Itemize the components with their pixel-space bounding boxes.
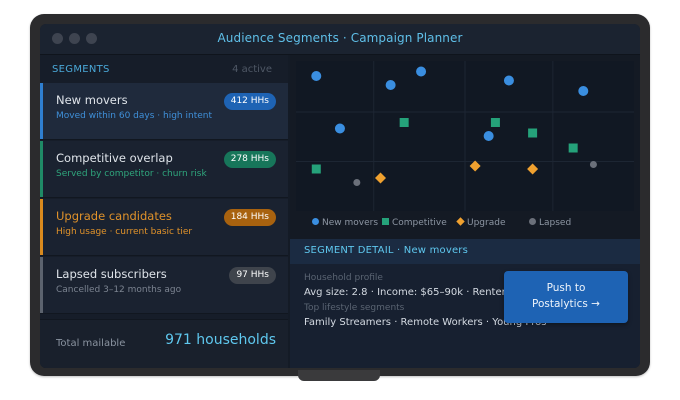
legend-marker — [456, 217, 465, 226]
segment-count-badge: 97 HHs — [229, 267, 276, 284]
segment-detail-panel: SEGMENT DETAIL · New movers Household pr… — [290, 239, 640, 368]
legend-marker — [312, 218, 319, 225]
total-label: Total mailable — [56, 338, 126, 349]
app-window: Audience Segments · Campaign Planner SEG… — [40, 24, 640, 368]
scatter-point-competitive[interactable] — [568, 143, 578, 153]
scatter-point-new-movers[interactable] — [385, 80, 396, 90]
legend-label: New movers — [322, 218, 379, 228]
household-profile-label: Household profile — [304, 273, 383, 283]
segment-description: Moved within 60 days · high intent — [56, 111, 212, 121]
segment-count-badge: 412 HHs — [223, 93, 276, 110]
legend-marker — [382, 218, 389, 225]
segment-item-upgrade-candidates[interactable]: Upgrade candidates High usage · current … — [40, 199, 288, 256]
scatter-point-new-movers[interactable] — [483, 131, 494, 141]
scatter-point-competitive[interactable] — [399, 118, 409, 127]
scatter-point-lapsed[interactable] — [589, 161, 597, 168]
segment-accent-bar — [40, 257, 43, 313]
title-bar: Audience Segments · Campaign Planner — [40, 24, 640, 55]
segment-accent-bar — [40, 141, 43, 197]
scatter-point-competitive[interactable] — [490, 118, 500, 127]
push-to-postalytics-button[interactable]: Push to Postalytics → — [504, 271, 628, 323]
detail-header: SEGMENT DETAIL · New movers — [290, 239, 640, 264]
segment-accent-bar — [40, 83, 43, 139]
detail-title: SEGMENT DETAIL · New movers — [304, 245, 469, 256]
segment-name: Lapsed subscribers — [56, 267, 167, 281]
segment-scatter-chart: New movers Competitive Upgrade Lapsed — [290, 55, 640, 239]
scatter-point-new-movers[interactable] — [578, 86, 589, 96]
monitor-stand — [298, 370, 380, 381]
segment-description: Cancelled 3–12 months ago — [56, 285, 182, 295]
legend-label: Upgrade — [467, 218, 506, 228]
segment-description: High usage · current basic tier — [56, 227, 193, 237]
segment-item-lapsed-subscribers[interactable]: Lapsed subscribers Cancelled 3–12 months… — [40, 257, 288, 314]
lifestyle-segments-label: Top lifestyle segments — [304, 303, 405, 313]
legend-item: New movers — [312, 218, 378, 228]
monitor-frame: Audience Segments · Campaign Planner SEG… — [30, 14, 650, 376]
segment-description: Served by competitor · churn risk — [56, 169, 207, 179]
scatter-point-competitive[interactable] — [311, 164, 321, 174]
legend-label: Competitive — [392, 218, 447, 228]
legend-marker — [529, 218, 536, 225]
household-profile-value: Avg size: 2.8 · Income: $65–90k · Renter… — [304, 287, 537, 298]
legend-item: Competitive — [382, 218, 447, 228]
legend-item: Lapsed — [529, 218, 571, 228]
scatter-point-new-movers[interactable] — [311, 71, 322, 81]
segment-name: Upgrade candidates — [56, 209, 172, 223]
active-count: 4 active — [232, 64, 272, 75]
window-title: Audience Segments · Campaign Planner — [217, 31, 463, 45]
segment-count-badge: 278 HHs — [223, 151, 276, 168]
scatter-plot — [296, 61, 634, 211]
total-mailable-row: Total mailable 971 households — [40, 319, 288, 368]
push-button-line2: Postalytics → — [532, 298, 600, 310]
total-value: 971 households — [165, 332, 276, 348]
scatter-point-lapsed[interactable] — [353, 179, 361, 186]
scatter-point-new-movers[interactable] — [503, 75, 514, 86]
segment-accent-bar — [40, 199, 43, 255]
segment-name: Competitive overlap — [56, 151, 173, 165]
push-button-line1: Push to — [546, 282, 586, 294]
segment-count-badge: 184 HHs — [223, 209, 276, 226]
sidebar-header: SEGMENTS 4 active — [40, 55, 288, 83]
legend-label: Lapsed — [539, 218, 572, 228]
segments-sidebar: SEGMENTS 4 active New movers Moved withi… — [40, 55, 288, 368]
segment-name: New movers — [56, 93, 128, 107]
scatter-point-competitive[interactable] — [528, 128, 538, 138]
scatter-point-new-movers[interactable] — [416, 66, 427, 77]
legend-item: Upgrade — [456, 217, 506, 228]
scatter-point-new-movers[interactable] — [334, 123, 345, 134]
segment-item-competitive-overlap[interactable]: Competitive overlap Served by competitor… — [40, 141, 288, 198]
sidebar-title: SEGMENTS — [52, 64, 110, 75]
segment-item-new-movers[interactable]: New movers Moved within 60 days · high i… — [40, 83, 288, 140]
